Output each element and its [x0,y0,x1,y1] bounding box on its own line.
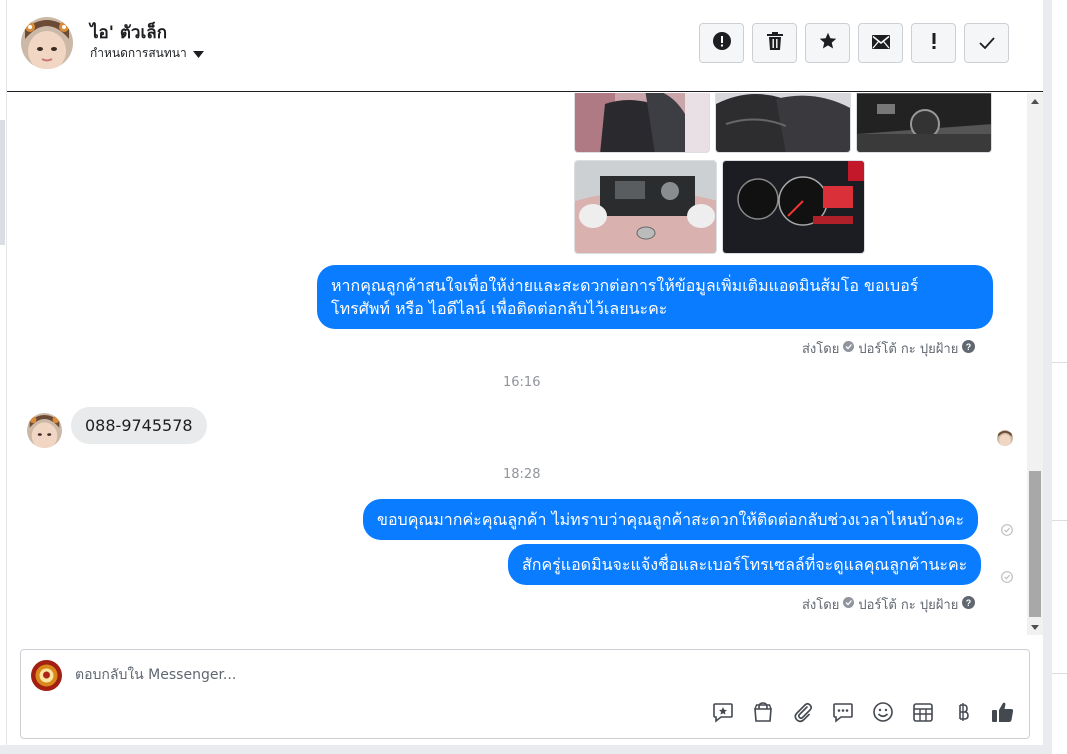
contact-name[interactable]: ไอ' ตัวเล็ก [90,19,167,46]
left-sidebar-edge [0,0,7,754]
assign-conversation-label: กำหนดการสนทนา [90,46,187,60]
follow-up-button[interactable] [911,23,956,63]
spam-button[interactable] [699,23,744,63]
trash-icon [766,32,783,54]
star-icon [819,32,837,54]
car-photo-seat-pink[interactable] [574,93,710,153]
right-panel-edge [1043,0,1067,754]
baht-icon [952,701,974,727]
contact-avatar[interactable] [21,17,73,69]
chat-bubbles-icon [832,701,854,727]
messenger-inbox-window: ไอ' ตัวเล็ก กำหนดการสนทนา หากคุณลูกค้าสน… [0,0,1067,754]
saved-reply-icon [712,701,734,727]
left-scroll-strip[interactable] [0,120,5,245]
outgoing-message[interactable]: หากคุณลูกค้าสนใจเพื่อให้ง่ายและสะดวกต่อก… [317,265,993,329]
check-icon [978,34,995,53]
svg-text:?: ? [966,598,972,608]
message-timestamp: 16:16 [503,375,541,390]
mark-done-button[interactable] [964,23,1009,63]
outgoing-message[interactable]: ขอบคุณมากค่ะคุณลูกค้า ไม่ทราบว่าคุณลูกค้… [363,499,979,540]
bottom-band [0,745,1043,754]
verified-check-icon [843,597,855,612]
right-panel-divider [1052,362,1067,363]
caret-down-icon [192,47,204,61]
seen-by-avatar [997,430,1013,446]
car-photo-dashboard[interactable] [856,93,992,153]
shop-bag-icon [752,701,774,727]
right-panel-divider [1052,520,1067,521]
sent-by-label: ส่งโดย [802,598,840,613]
calendar-grid-icon [912,701,934,727]
exclamation-circle-icon [712,32,731,54]
scroll-down-arrow-icon[interactable] [1027,619,1043,635]
payment-button[interactable] [949,700,977,728]
contact-mini-avatar[interactable] [27,413,62,448]
scroll-thumb[interactable] [1029,471,1041,617]
delivered-check-icon [1001,568,1013,583]
sent-by-info: ส่งโดย ปอร์โต้ กะ ปุยฝ้าย ? [802,338,976,359]
sent-by-info: ส่งโดย ปอร์โต้ กะ ปุยฝ้าย ? [802,594,976,615]
smiley-icon [872,701,894,727]
attach-button[interactable] [789,700,817,728]
sender-name: ปอร์โต้ กะ ปุยฝ้าย [858,598,959,613]
exclamation-icon [932,33,936,53]
thread-scrollbar[interactable] [1027,93,1043,635]
assign-conversation-dropdown[interactable]: กำหนดการสนทนา [90,44,204,63]
scroll-up-arrow-icon[interactable] [1027,93,1043,109]
delete-button[interactable] [752,23,797,63]
message-timestamp: 18:28 [503,467,541,482]
thumbs-up-icon [991,701,1015,727]
outgoing-message[interactable]: สักครู่แอดมินจะแจ้งชื่อและเบอร์โทรเซลล์ท… [508,544,982,585]
reply-composer [20,649,1030,739]
send-like-button[interactable] [989,700,1017,728]
car-photo-rear-seats[interactable] [715,93,851,153]
right-panel-band [1043,0,1052,754]
emoji-button[interactable] [869,700,897,728]
conversation-actions [699,23,1009,63]
composer-toolbar [709,700,1017,728]
saved-reply-button[interactable] [709,700,737,728]
appointment-button[interactable] [909,700,937,728]
paperclip-icon [792,701,814,727]
star-button[interactable] [805,23,850,63]
mark-unread-button[interactable] [858,23,903,63]
shop-button[interactable] [749,700,777,728]
svg-text:?: ? [966,342,972,352]
conversation-header: ไอ' ตัวเล็ก กำหนดการสนทนา [7,0,1043,92]
message-thread: หากคุณลูกค้าสนใจเพื่อให้ง่ายและสะดวกต่อก… [7,93,1027,635]
incoming-message[interactable]: 088-9745578 [71,407,207,444]
help-icon[interactable]: ? [962,340,976,357]
right-panel-divider [1052,673,1067,674]
help-icon[interactable]: ? [962,596,976,613]
sender-name: ปอร์โต้ กะ ปุยฝ้าย [858,342,959,357]
verified-check-icon [843,341,855,356]
reply-input[interactable] [75,664,975,686]
delivered-check-icon [1001,521,1013,536]
quick-reply-button[interactable] [829,700,857,728]
car-photo-gauge-cluster[interactable] [722,160,865,254]
envelope-icon [871,34,890,53]
car-photo-engine[interactable] [574,160,717,254]
page-avatar [31,660,62,691]
sent-by-label: ส่งโดย [802,342,840,357]
